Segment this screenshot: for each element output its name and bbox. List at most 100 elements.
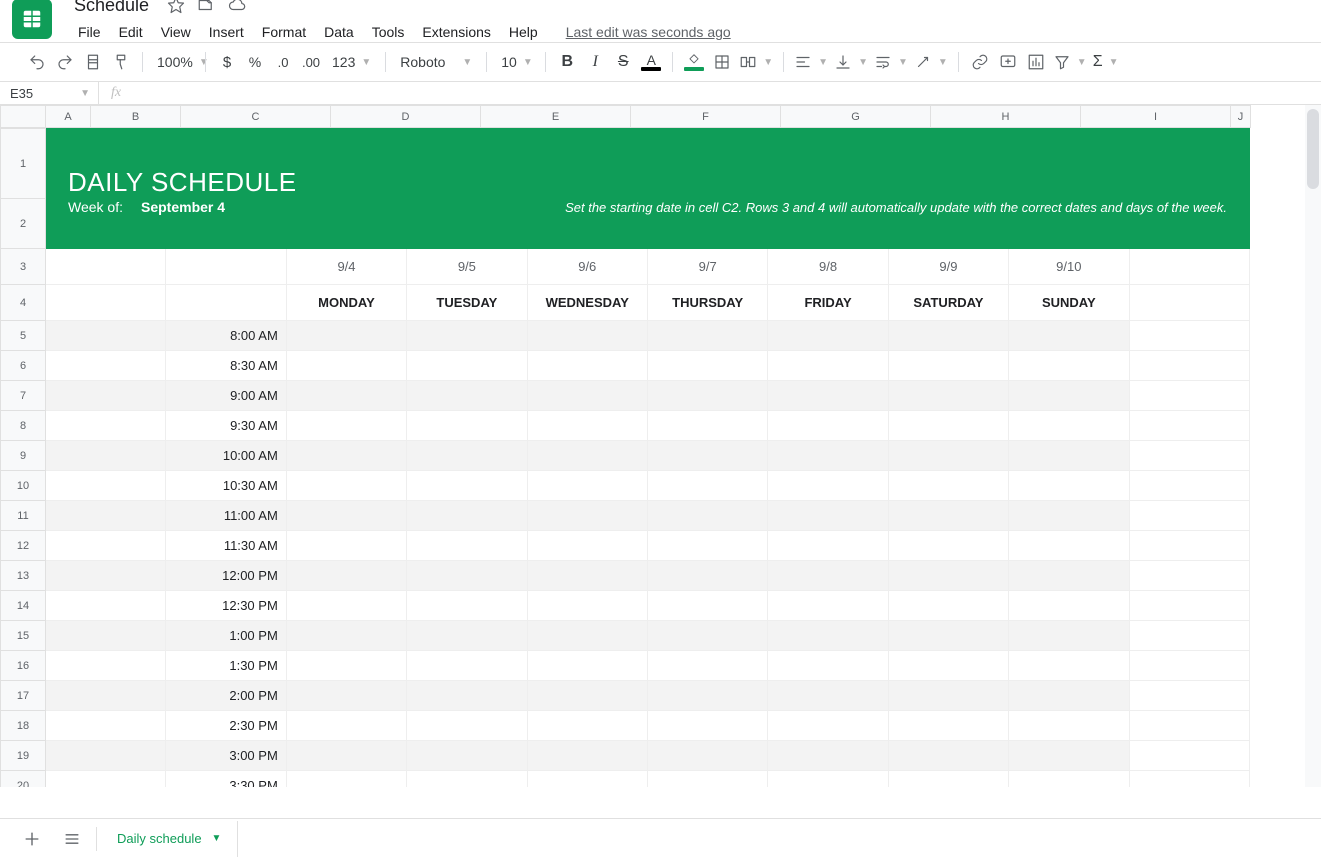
cell[interactable] xyxy=(1009,681,1129,711)
cell[interactable] xyxy=(1129,321,1249,351)
time-cell[interactable]: 10:00 AM xyxy=(166,441,286,471)
cell[interactable] xyxy=(1009,471,1129,501)
cell[interactable] xyxy=(527,771,647,788)
cell[interactable] xyxy=(46,531,166,561)
cell[interactable] xyxy=(46,249,166,285)
cell[interactable] xyxy=(1009,351,1129,381)
time-cell[interactable]: 2:30 PM xyxy=(166,711,286,741)
cell[interactable] xyxy=(46,321,166,351)
currency-button[interactable]: $ xyxy=(214,49,240,75)
column-header[interactable]: A xyxy=(46,106,91,128)
cell[interactable] xyxy=(888,501,1008,531)
cell[interactable] xyxy=(527,381,647,411)
cell[interactable] xyxy=(888,531,1008,561)
cell[interactable] xyxy=(768,441,888,471)
cell[interactable] xyxy=(46,741,166,771)
cell[interactable] xyxy=(407,321,527,351)
day-cell[interactable]: THURSDAY xyxy=(647,285,767,321)
time-cell[interactable]: 11:00 AM xyxy=(166,501,286,531)
cell[interactable] xyxy=(1129,249,1249,285)
cell[interactable] xyxy=(286,441,406,471)
cell[interactable] xyxy=(1129,621,1249,651)
text-wrap-dropdown[interactable]: ▼ xyxy=(872,49,910,75)
cell[interactable] xyxy=(647,591,767,621)
cell[interactable] xyxy=(1129,651,1249,681)
cell[interactable] xyxy=(527,321,647,351)
cell[interactable] xyxy=(647,501,767,531)
cell[interactable] xyxy=(1129,285,1249,321)
cell[interactable] xyxy=(768,381,888,411)
formula-bar[interactable] xyxy=(133,82,1321,104)
cell[interactable] xyxy=(647,381,767,411)
column-header[interactable]: J xyxy=(1231,106,1251,128)
cell[interactable] xyxy=(286,531,406,561)
time-cell[interactable]: 8:00 AM xyxy=(166,321,286,351)
menu-file[interactable]: File xyxy=(70,20,109,44)
cell[interactable] xyxy=(647,441,767,471)
cell[interactable] xyxy=(166,249,286,285)
borders-button[interactable] xyxy=(709,49,735,75)
day-cell[interactable]: MONDAY xyxy=(286,285,406,321)
cell[interactable] xyxy=(1129,681,1249,711)
cell[interactable]: DAILY SCHEDULE xyxy=(46,129,1250,199)
time-cell[interactable]: 10:30 AM xyxy=(166,471,286,501)
cell[interactable] xyxy=(166,285,286,321)
cell[interactable] xyxy=(407,531,527,561)
cell[interactable] xyxy=(1129,351,1249,381)
cell[interactable] xyxy=(286,591,406,621)
cell[interactable] xyxy=(286,741,406,771)
date-cell[interactable]: 9/10 xyxy=(1009,249,1129,285)
cell[interactable] xyxy=(527,501,647,531)
bold-button[interactable]: B xyxy=(554,49,580,75)
cell[interactable] xyxy=(1009,321,1129,351)
cell[interactable] xyxy=(888,411,1008,441)
name-box[interactable]: E35▼ xyxy=(0,82,98,104)
cell[interactable] xyxy=(1009,591,1129,621)
percent-button[interactable]: % xyxy=(242,49,268,75)
font-size-dropdown[interactable]: 10▼ xyxy=(495,49,537,75)
menu-tools[interactable]: Tools xyxy=(364,20,413,44)
cell[interactable] xyxy=(286,621,406,651)
row-header[interactable]: 10 xyxy=(1,471,46,501)
cell[interactable] xyxy=(888,711,1008,741)
cell[interactable] xyxy=(407,681,527,711)
cell[interactable] xyxy=(647,711,767,741)
time-cell[interactable]: 8:30 AM xyxy=(166,351,286,381)
cell[interactable] xyxy=(1129,531,1249,561)
column-header[interactable]: D xyxy=(331,106,481,128)
cell[interactable] xyxy=(527,471,647,501)
cell[interactable] xyxy=(1129,561,1249,591)
cell[interactable] xyxy=(888,741,1008,771)
paint-format-button[interactable] xyxy=(108,49,134,75)
cell[interactable] xyxy=(286,651,406,681)
text-color-button[interactable]: A xyxy=(638,49,664,75)
row-header[interactable]: 20 xyxy=(1,771,46,788)
vertical-scrollbar[interactable] xyxy=(1305,105,1321,787)
cell[interactable] xyxy=(647,771,767,788)
cell[interactable] xyxy=(888,471,1008,501)
date-cell[interactable]: 9/7 xyxy=(647,249,767,285)
sheet-tab-daily-schedule[interactable]: Daily schedule▼ xyxy=(101,821,238,857)
horizontal-align-dropdown[interactable]: ▼ xyxy=(792,49,830,75)
cell[interactable] xyxy=(407,351,527,381)
menu-edit[interactable]: Edit xyxy=(111,20,151,44)
font-family-dropdown[interactable]: Roboto▼ xyxy=(394,49,478,75)
cell[interactable] xyxy=(647,621,767,651)
date-cell[interactable]: 9/5 xyxy=(407,249,527,285)
cell[interactable] xyxy=(888,441,1008,471)
decrease-decimal-button[interactable]: .0 xyxy=(270,49,296,75)
row-header[interactable]: 11 xyxy=(1,501,46,531)
cell[interactable] xyxy=(768,771,888,788)
menu-data[interactable]: Data xyxy=(316,20,362,44)
cell[interactable] xyxy=(407,471,527,501)
cell[interactable] xyxy=(768,681,888,711)
cell[interactable] xyxy=(46,711,166,741)
cell[interactable] xyxy=(527,411,647,441)
cell[interactable] xyxy=(768,651,888,681)
column-header[interactable]: C xyxy=(181,106,331,128)
insert-chart-button[interactable] xyxy=(1023,49,1049,75)
cell[interactable] xyxy=(286,711,406,741)
print-button[interactable] xyxy=(80,49,106,75)
day-cell[interactable]: WEDNESDAY xyxy=(527,285,647,321)
cell[interactable] xyxy=(647,651,767,681)
